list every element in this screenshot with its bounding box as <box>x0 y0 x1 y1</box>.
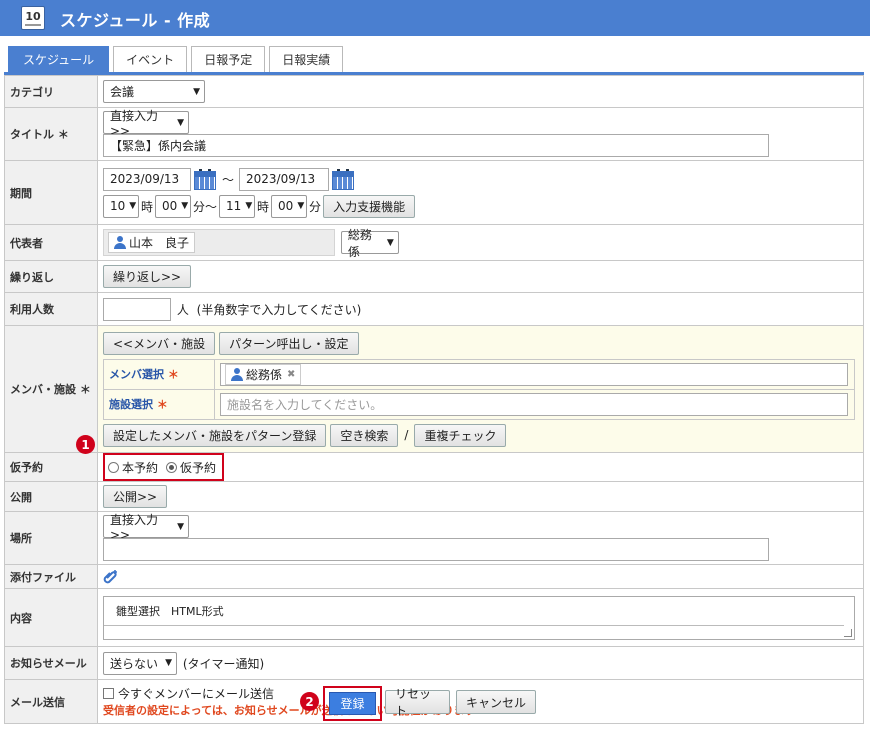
calendar-icon: 10 <box>21 6 45 30</box>
chevron-down-icon: ▼ <box>177 117 184 128</box>
facility-input[interactable]: 施設名を入力してください。 <box>220 392 848 416</box>
calendar-icon[interactable] <box>332 168 355 190</box>
tab-bar: スケジュール イベント 日報予定 日報実績 <box>8 46 344 72</box>
register-highlight: 登録 <box>323 686 382 721</box>
place-mode-select[interactable]: 直接入力>> ▼ <box>103 513 189 542</box>
category-label: カテゴリ <box>4 75 98 108</box>
attachment-label: 添付ファイル <box>4 564 98 589</box>
annotation-badge-2: 2 <box>300 692 319 711</box>
content-editor[interactable]: 雛型選択 HTML形式 <box>103 595 855 640</box>
tentative-radio-group: 本予約 仮予約 <box>103 453 225 481</box>
start-hour-select[interactable]: 10 ▼ <box>103 194 139 218</box>
tab-schedule[interactable]: スケジュール <box>8 46 110 72</box>
tab-daily-result[interactable]: 日報実績 <box>269 46 344 72</box>
select-members-button[interactable]: <<メンバ・施設 <box>103 331 216 355</box>
user-icon <box>231 367 243 381</box>
schedule-form: カテゴリ 会議 ▼ タイトル ＊ 直接入力>> ▼ 【緊急】係内会議 期間 2023… <box>4 75 864 724</box>
user-icon <box>114 236 126 249</box>
chevron-down-icon: ▼ <box>165 658 172 668</box>
tab-daily-plan[interactable]: 日報予定 <box>191 46 266 72</box>
start-minute-select[interactable]: 00 ▼ <box>155 194 192 218</box>
content-label: 内容 <box>4 588 98 647</box>
chevron-down-icon: ▼ <box>193 86 200 97</box>
tentative-label: 仮予約 <box>4 452 98 482</box>
vacancy-search-button[interactable]: 空き検索 <box>330 423 399 447</box>
page-title: スケジュール - 作成 <box>60 11 211 30</box>
title-mode-select[interactable]: 直接入力>> ▼ <box>103 109 189 138</box>
title-bar: 10 スケジュール - 作成 <box>0 0 870 36</box>
end-hour-select[interactable]: 11 ▼ <box>219 194 256 218</box>
place-input[interactable] <box>103 538 769 561</box>
title-label: タイトル ＊ <box>4 107 98 161</box>
representative-box: 山本 良子 <box>103 229 335 256</box>
send-mail-checkbox[interactable] <box>103 688 114 699</box>
cancel-button[interactable]: キャンセル <box>456 690 536 714</box>
attach-file-icon[interactable] <box>103 569 119 585</box>
publish-label: 公開 <box>4 481 98 512</box>
mail-send-label: メール送信 <box>4 679 98 724</box>
member-chip[interactable]: 総務係 ✖ <box>225 363 302 385</box>
users-count-input[interactable] <box>103 297 171 321</box>
chevron-down-icon: ▼ <box>386 237 394 248</box>
radio-tentative[interactable] <box>166 461 178 473</box>
repeat-label: 繰り返し <box>4 260 98 293</box>
chevron-down-icon: ▼ <box>129 201 137 211</box>
category-select[interactable]: 会議 ▼ <box>103 80 205 103</box>
chevron-down-icon: ▼ <box>297 201 305 211</box>
chevron-down-icon: ▼ <box>245 201 253 211</box>
notify-mail-select[interactable]: 送らない ▼ <box>103 651 177 675</box>
remove-icon[interactable]: ✖ <box>287 369 295 380</box>
department-select[interactable]: 総務係 ▼ <box>340 228 399 259</box>
representative-chip[interactable]: 山本 良子 <box>108 232 196 253</box>
end-minute-select[interactable]: 00 ▼ <box>271 194 308 218</box>
register-pattern-button[interactable]: 設定したメンバ・施設をパターン登録 <box>103 423 327 447</box>
member-select-box[interactable]: 総務係 ✖ <box>220 362 848 386</box>
users-count-label: 利用人数 <box>4 292 98 326</box>
members-table: メンバ選択 ＊ 総務係 ✖ 施設選択 ＊ 施設名を入力してください。 <box>103 358 855 420</box>
end-date-input[interactable]: 2023/09/13 <box>239 167 330 191</box>
register-button[interactable]: 登録 <box>329 692 376 715</box>
title-input[interactable]: 【緊急】係内会議 <box>103 134 769 157</box>
chevron-down-icon: ▼ <box>177 521 184 532</box>
duplicate-check-button[interactable]: 重複チェック <box>414 423 507 447</box>
period-label: 期間 <box>4 160 98 225</box>
start-date-input[interactable]: 2023/09/13 <box>103 167 191 191</box>
place-label: 場所 <box>4 511 98 565</box>
calendar-icon[interactable] <box>194 168 216 190</box>
input-assist-button[interactable]: 入力支援機能 <box>323 194 416 218</box>
reset-button[interactable]: リセット <box>385 687 450 718</box>
members-label: メンバ・施設 ＊ <box>4 325 98 453</box>
radio-confirmed[interactable] <box>108 461 119 473</box>
notify-mail-label: お知らせメール <box>4 646 98 680</box>
annotation-badge-1: 1 <box>76 435 95 454</box>
editor-textarea[interactable] <box>104 624 844 639</box>
chevron-down-icon: ▼ <box>181 201 189 211</box>
repeat-button[interactable]: 繰り返し>> <box>103 265 192 288</box>
representative-label: 代表者 <box>4 224 98 261</box>
resize-handle-icon[interactable] <box>844 628 852 637</box>
pattern-call-button[interactable]: パターン呼出し・設定 <box>219 331 359 355</box>
tab-event[interactable]: イベント <box>113 46 188 72</box>
publish-button[interactable]: 公開>> <box>103 485 168 508</box>
facility-select-label: 施設選択 ＊ <box>103 388 215 420</box>
editor-toolbar[interactable]: 雛型選択 HTML形式 <box>116 603 224 619</box>
member-select-label: メンバ選択 ＊ <box>103 358 215 390</box>
